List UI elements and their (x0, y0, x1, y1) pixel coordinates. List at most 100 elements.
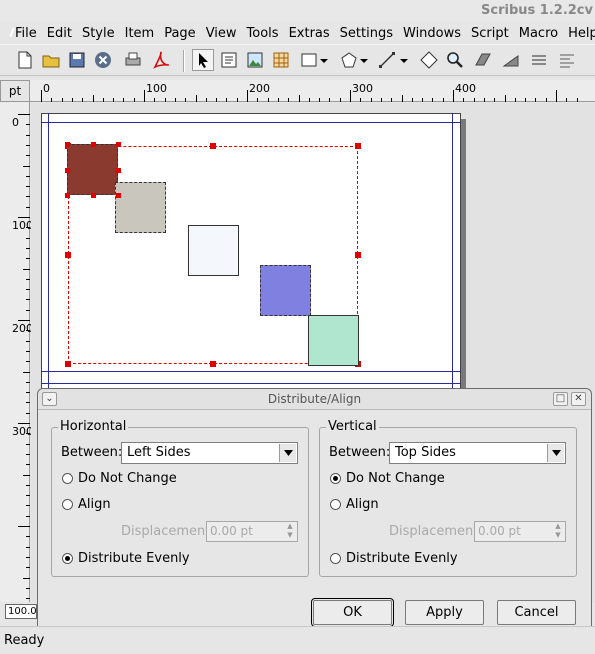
chevron-down-icon[interactable] (279, 444, 296, 462)
apply-button[interactable]: Apply (405, 600, 484, 625)
ruler-label: 300 (352, 82, 373, 95)
chevron-down-icon[interactable] (547, 444, 564, 462)
maximize-icon[interactable]: □ (553, 392, 568, 406)
item-handle[interactable] (116, 167, 121, 173)
item-handle[interactable] (65, 193, 70, 198)
spin-up-icon[interactable]: ▲ (284, 522, 296, 531)
rectangle[interactable] (115, 182, 166, 233)
menu-bar: File Edit Style Item Page View Tools Ext… (0, 22, 595, 44)
link-text-frames-icon[interactable] (500, 49, 522, 71)
chevron-down-icon[interactable] (358, 49, 370, 71)
selection-handle[interactable] (355, 143, 361, 149)
item-handle[interactable] (90, 193, 96, 198)
menu-view[interactable]: View (201, 26, 242, 41)
menu-help[interactable]: Help (563, 26, 595, 41)
text-properties-icon[interactable] (556, 49, 578, 71)
rectangle[interactable] (260, 265, 311, 316)
selection-handle[interactable] (65, 252, 71, 258)
print-icon[interactable] (122, 49, 144, 71)
menu-macro[interactable]: Macro (514, 26, 563, 41)
line-icon[interactable] (376, 49, 398, 71)
menu-extras[interactable]: Extras (284, 26, 335, 41)
ruler-tick (494, 98, 496, 102)
vertical-distribute-evenly-label[interactable]: Distribute Evenly (346, 551, 458, 566)
horizontal-do-not-change-radio[interactable] (62, 473, 73, 484)
save-icon[interactable] (66, 49, 88, 71)
spin-up-icon[interactable]: ▲ (552, 522, 564, 531)
ruler-tick (236, 98, 238, 102)
vertical-ruler[interactable]: 0 100 200 300 (0, 102, 33, 602)
selected-rectangle[interactable] (67, 144, 118, 195)
image-frame-icon[interactable] (244, 49, 266, 71)
polygon-icon[interactable] (338, 49, 360, 71)
horizontal-align-radio[interactable] (62, 499, 73, 510)
vertical-align-label[interactable]: Align (346, 497, 379, 512)
horizontal-distribute-evenly-radio[interactable] (62, 553, 73, 564)
menu-style[interactable]: Style (77, 26, 120, 41)
shape-icon[interactable] (298, 49, 320, 71)
text-frame-icon[interactable] (218, 49, 240, 71)
vertical-do-not-change-radio[interactable] (330, 473, 341, 484)
horizontal-between-select[interactable]: Left Sides (121, 442, 298, 464)
ruler-tick (26, 453, 30, 455)
chevron-down-icon[interactable] (318, 49, 330, 71)
vertical-between-select[interactable]: Top Sides (389, 442, 566, 464)
selection-handle[interactable] (210, 361, 216, 367)
vertical-distribute-evenly-radio[interactable] (330, 553, 341, 564)
ruler-unit-corner[interactable]: pt (0, 80, 30, 102)
zoom-icon[interactable] (444, 49, 466, 71)
selection-handle[interactable] (355, 252, 361, 258)
item-handle[interactable] (65, 167, 70, 173)
selection-handle[interactable] (65, 361, 71, 367)
ruler-tick (350, 90, 351, 102)
rotate-icon[interactable] (418, 49, 440, 71)
menu-script[interactable]: Script (466, 26, 514, 41)
edit-contents-icon[interactable] (472, 49, 494, 71)
ruler-tick (51, 98, 53, 102)
menu-edit[interactable]: Edit (42, 26, 77, 41)
horizontal-displacement-input[interactable]: 0.00 pt ▲ ▼ (206, 521, 298, 542)
horizontal-distribute-evenly-label[interactable]: Distribute Evenly (78, 551, 190, 566)
ruler-tick (226, 98, 228, 102)
rectangle[interactable] (188, 225, 239, 276)
pdf-export-icon[interactable] (150, 49, 172, 71)
vertical-align-radio[interactable] (330, 499, 341, 510)
item-handle[interactable] (90, 142, 96, 147)
spin-down-icon[interactable]: ▼ (552, 531, 564, 540)
unlink-text-frames-icon[interactable] (528, 49, 550, 71)
item-handle[interactable] (65, 142, 70, 147)
item-handle[interactable] (116, 193, 121, 198)
horizontal-do-not-change-label[interactable]: Do Not Change (78, 471, 177, 486)
vertical-legend: Vertical (326, 419, 379, 434)
vertical-between-label: Between: (329, 445, 391, 460)
open-folder-icon[interactable] (40, 49, 62, 71)
vertical-do-not-change-label[interactable]: Do Not Change (346, 471, 445, 486)
chevron-down-icon[interactable] (398, 49, 410, 71)
close-icon[interactable]: ✕ (571, 392, 586, 406)
cancel-button[interactable]: Cancel (497, 600, 576, 625)
menu-settings[interactable]: Settings (335, 26, 398, 41)
horizontal-ruler[interactable]: 0 100 200 300 400 (30, 80, 595, 102)
ok-button[interactable]: OK (311, 598, 394, 627)
rectangle[interactable] (308, 315, 359, 366)
page-shadow (461, 119, 466, 419)
vertical-displacement-input[interactable]: 0.00 pt ▲ ▼ (474, 521, 566, 542)
menu-windows[interactable]: Windows (398, 26, 466, 41)
menu-tools[interactable]: Tools (242, 26, 284, 41)
close-document-icon[interactable] (92, 49, 114, 71)
spin-down-icon[interactable]: ▼ (284, 531, 296, 540)
table-icon[interactable] (270, 49, 292, 71)
select-pointer-icon[interactable] (192, 49, 214, 71)
dialog-titlebar[interactable]: ⌄ Distribute/Align □ ✕ (38, 389, 591, 410)
zoom-field[interactable]: 100.00 % (5, 604, 37, 619)
new-document-icon[interactable] (14, 49, 36, 71)
ruler-tick (556, 90, 557, 102)
window-title: Scribus 1.2.2cv (481, 3, 593, 18)
ruler-tick (26, 134, 30, 136)
ruler-tick (26, 361, 30, 363)
menu-item[interactable]: Item (120, 26, 160, 41)
selection-handle[interactable] (210, 143, 216, 149)
menu-page[interactable]: Page (159, 26, 200, 41)
item-handle[interactable] (116, 142, 121, 147)
horizontal-align-label[interactable]: Align (78, 497, 111, 512)
